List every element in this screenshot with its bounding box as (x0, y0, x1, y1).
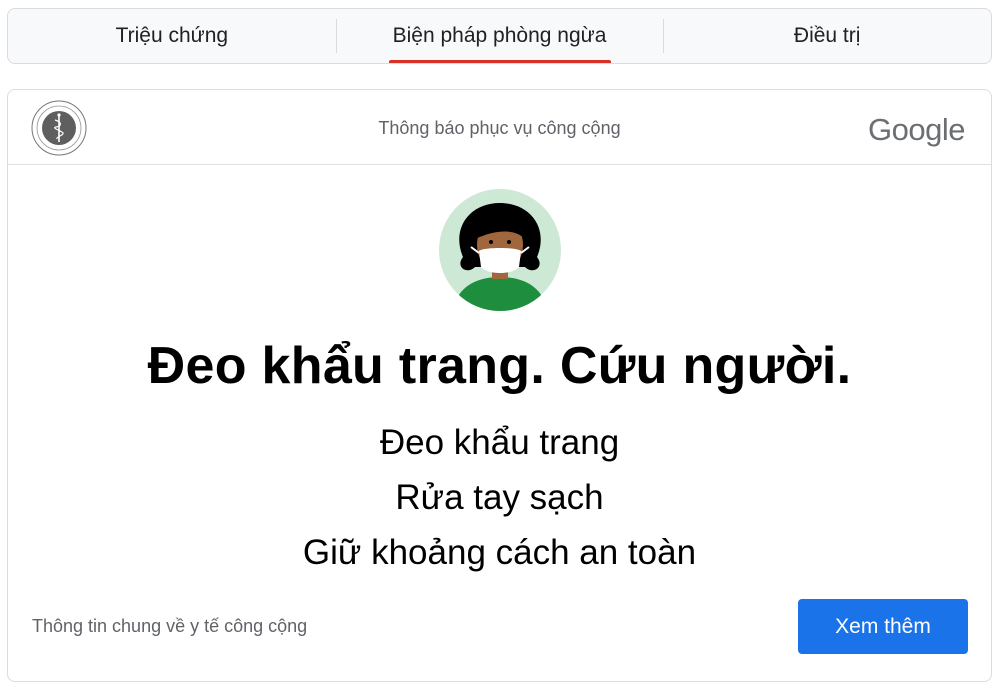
prevention-tips: Đeo khẩu trang Rửa tay sạch Giữ khoảng c… (8, 420, 991, 585)
footer-text: Thông tin chung về y tế công cộng (32, 616, 308, 636)
headline: Đeo khẩu trang. Cứu người. (147, 337, 852, 395)
tab-label: Biện pháp phòng ngừa (392, 24, 607, 47)
tip-keep-distance: Giữ khoảng cách an toàn (302, 533, 697, 572)
tab-label: Điều trị (793, 24, 861, 47)
tab-treatment[interactable]: Điều trị (663, 9, 991, 63)
psa-card: Thông báo phục vụ công cộng Google Đeo k… (7, 89, 992, 682)
tab-symptoms[interactable]: Triệu chứng (8, 9, 336, 63)
tab-label: Triệu chứng (115, 24, 229, 47)
tip-wear-mask: Đeo khẩu trang (379, 423, 620, 462)
woman-wearing-mask-illustration-icon (439, 189, 561, 311)
card-header: Thông báo phục vụ công cộng Google (8, 90, 991, 165)
tip-wash-hands: Rửa tay sạch (395, 478, 604, 517)
tab-prevention[interactable]: Biện pháp phòng ngừa (335, 9, 664, 63)
see-more-button[interactable]: Xem thêm (798, 599, 968, 654)
header-title: Thông báo phục vụ công cộng (378, 118, 621, 138)
google-logo: Google (868, 112, 965, 147)
tab-bar: Triệu chứng Biện pháp phòng ngừa Điều tr… (7, 8, 992, 64)
